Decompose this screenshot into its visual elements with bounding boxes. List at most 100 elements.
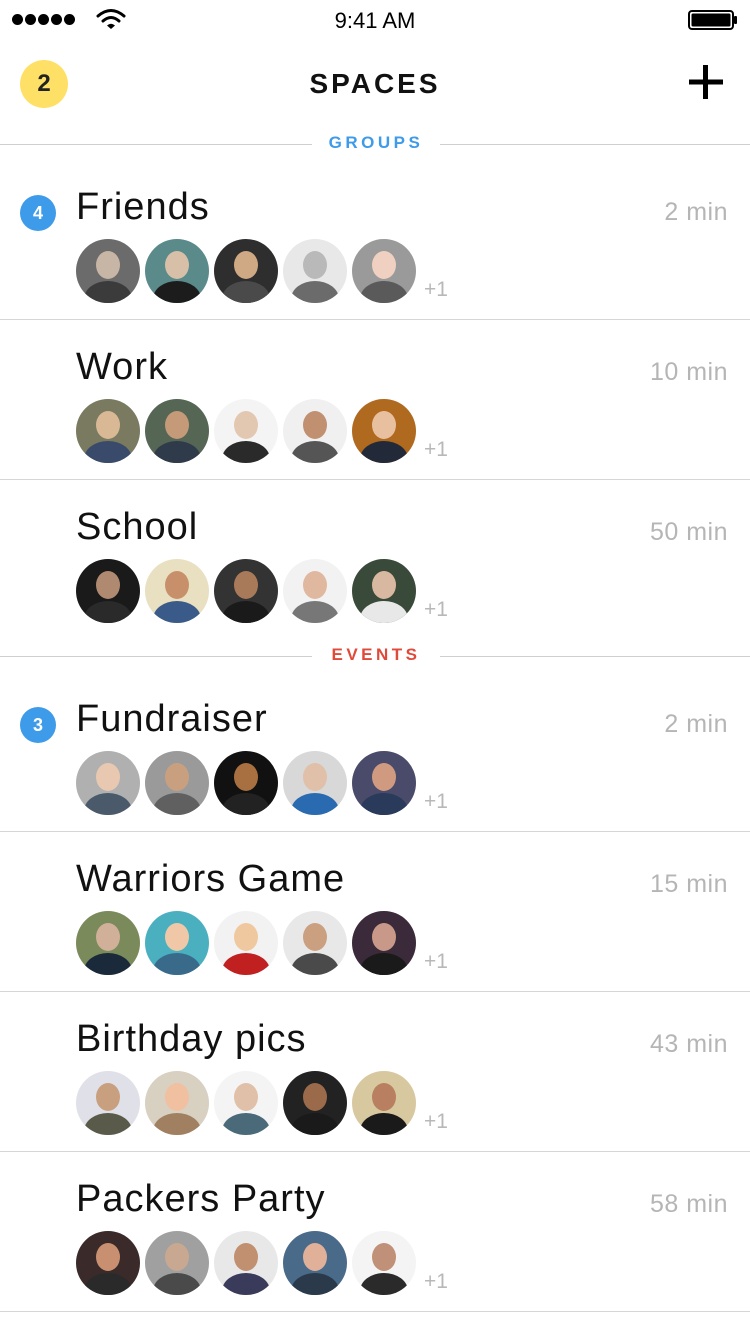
member-avatar[interactable] bbox=[352, 1231, 416, 1295]
avatar-face bbox=[165, 923, 189, 951]
more-members-count: +1 bbox=[424, 790, 448, 813]
avatar-body bbox=[360, 953, 408, 975]
avatar-face bbox=[234, 1083, 258, 1111]
more-members-count: +1 bbox=[424, 598, 448, 621]
space-row-packers-party[interactable]: Packers Party 58 min +1 bbox=[0, 1152, 750, 1312]
section-divider-line bbox=[440, 656, 750, 657]
avatar-body bbox=[291, 793, 339, 815]
member-avatar[interactable] bbox=[283, 559, 347, 623]
member-avatar[interactable] bbox=[145, 751, 209, 815]
avatar-face bbox=[234, 763, 258, 791]
avatar-body bbox=[291, 281, 339, 303]
member-avatar[interactable] bbox=[76, 239, 140, 303]
avatar-body bbox=[84, 793, 132, 815]
space-name: Birthday pics bbox=[76, 1018, 307, 1060]
member-avatar[interactable] bbox=[283, 1231, 347, 1295]
space-time: 58 min bbox=[649, 1190, 728, 1218]
space-time: 10 min bbox=[649, 358, 728, 386]
nav-header: 2 SPACES bbox=[0, 40, 750, 130]
avatar-face bbox=[165, 571, 189, 599]
avatar-face bbox=[165, 251, 189, 279]
avatar-face bbox=[165, 1083, 189, 1111]
member-avatar[interactable] bbox=[214, 751, 278, 815]
member-avatars bbox=[76, 239, 476, 303]
member-avatar[interactable] bbox=[352, 911, 416, 975]
space-row-school[interactable]: School 50 min +1 bbox=[0, 480, 750, 657]
member-avatar[interactable] bbox=[76, 559, 140, 623]
avatar-body bbox=[153, 601, 201, 623]
member-avatar[interactable] bbox=[283, 1071, 347, 1135]
more-members-count: +1 bbox=[424, 438, 448, 461]
space-row-fundraiser[interactable]: 3 Fundraiser 2 min +1 bbox=[0, 672, 750, 832]
avatar-face bbox=[303, 571, 327, 599]
avatar-face bbox=[165, 411, 189, 439]
member-avatar[interactable] bbox=[214, 559, 278, 623]
member-avatar[interactable] bbox=[352, 1071, 416, 1135]
avatar-face bbox=[165, 1243, 189, 1271]
member-avatar[interactable] bbox=[214, 1071, 278, 1135]
space-name: Friends bbox=[76, 186, 210, 228]
add-space-button[interactable] bbox=[686, 62, 726, 102]
avatar-body bbox=[222, 1273, 270, 1295]
avatar-body bbox=[153, 1113, 201, 1135]
member-avatar[interactable] bbox=[283, 399, 347, 463]
member-avatar[interactable] bbox=[145, 239, 209, 303]
member-avatars bbox=[76, 911, 476, 975]
avatar-face bbox=[372, 411, 396, 439]
avatar-body bbox=[291, 441, 339, 463]
space-row-friends[interactable]: 4 Friends 2 min +1 bbox=[0, 160, 750, 320]
avatar-face bbox=[303, 251, 327, 279]
space-row-warriors-game[interactable]: Warriors Game 15 min +1 bbox=[0, 832, 750, 992]
avatar-body bbox=[291, 953, 339, 975]
space-row-work[interactable]: Work 10 min +1 bbox=[0, 320, 750, 480]
avatar-face bbox=[96, 763, 120, 791]
space-row-birthday-pics[interactable]: Birthday pics 43 min +1 bbox=[0, 992, 750, 1152]
member-avatar[interactable] bbox=[352, 751, 416, 815]
avatar-body bbox=[153, 1273, 201, 1295]
member-avatar[interactable] bbox=[214, 239, 278, 303]
avatar-face bbox=[303, 1243, 327, 1271]
member-avatar[interactable] bbox=[145, 559, 209, 623]
avatar-body bbox=[360, 1273, 408, 1295]
member-avatar[interactable] bbox=[214, 911, 278, 975]
avatar-face bbox=[372, 251, 396, 279]
avatar-face bbox=[96, 1083, 120, 1111]
more-members-count: +1 bbox=[424, 950, 448, 973]
avatar-body bbox=[84, 601, 132, 623]
member-avatars bbox=[76, 399, 476, 463]
avatar-face bbox=[165, 763, 189, 791]
member-avatar[interactable] bbox=[76, 1071, 140, 1135]
member-avatar[interactable] bbox=[145, 911, 209, 975]
member-avatar[interactable] bbox=[352, 559, 416, 623]
member-avatar[interactable] bbox=[283, 751, 347, 815]
member-avatar[interactable] bbox=[76, 1231, 140, 1295]
avatar-body bbox=[84, 953, 132, 975]
avatar-face bbox=[303, 1083, 327, 1111]
member-avatar[interactable] bbox=[145, 399, 209, 463]
member-avatar[interactable] bbox=[352, 239, 416, 303]
space-name: Packers Party bbox=[76, 1178, 326, 1220]
section-label-groups: GROUPS bbox=[328, 133, 424, 152]
member-avatar[interactable] bbox=[76, 751, 140, 815]
space-name: Fundraiser bbox=[76, 698, 268, 740]
status-time: 9:41 AM bbox=[334, 8, 416, 33]
member-avatar[interactable] bbox=[352, 399, 416, 463]
member-avatar[interactable] bbox=[145, 1071, 209, 1135]
avatar-body bbox=[222, 281, 270, 303]
avatar-body bbox=[84, 281, 132, 303]
member-avatar[interactable] bbox=[76, 911, 140, 975]
member-avatar[interactable] bbox=[214, 399, 278, 463]
member-avatars bbox=[76, 1231, 476, 1295]
member-avatar[interactable] bbox=[283, 911, 347, 975]
avatar-body bbox=[222, 1113, 270, 1135]
avatar-face bbox=[234, 251, 258, 279]
avatar-face bbox=[234, 923, 258, 951]
member-avatar[interactable] bbox=[214, 1231, 278, 1295]
member-avatar[interactable] bbox=[145, 1231, 209, 1295]
avatar-body bbox=[84, 1113, 132, 1135]
section-divider-line bbox=[0, 144, 312, 145]
avatar-face bbox=[372, 571, 396, 599]
member-avatar[interactable] bbox=[283, 239, 347, 303]
member-avatar[interactable] bbox=[76, 399, 140, 463]
avatar-body bbox=[222, 953, 270, 975]
